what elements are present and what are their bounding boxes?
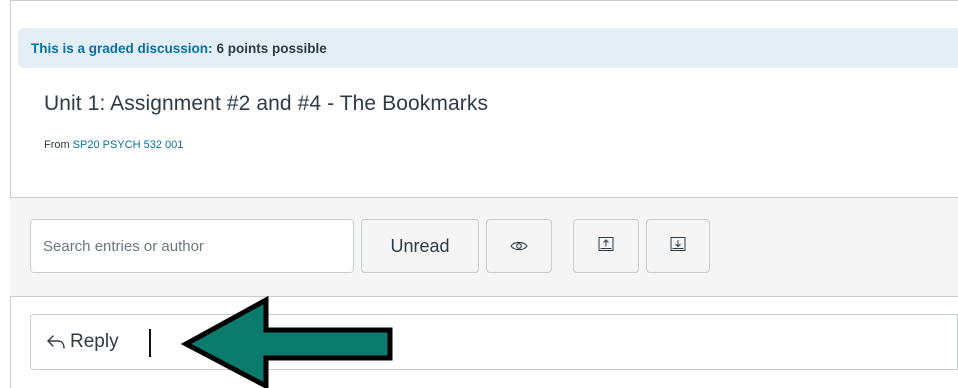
- pointer-arrow-annotation: [180, 295, 393, 388]
